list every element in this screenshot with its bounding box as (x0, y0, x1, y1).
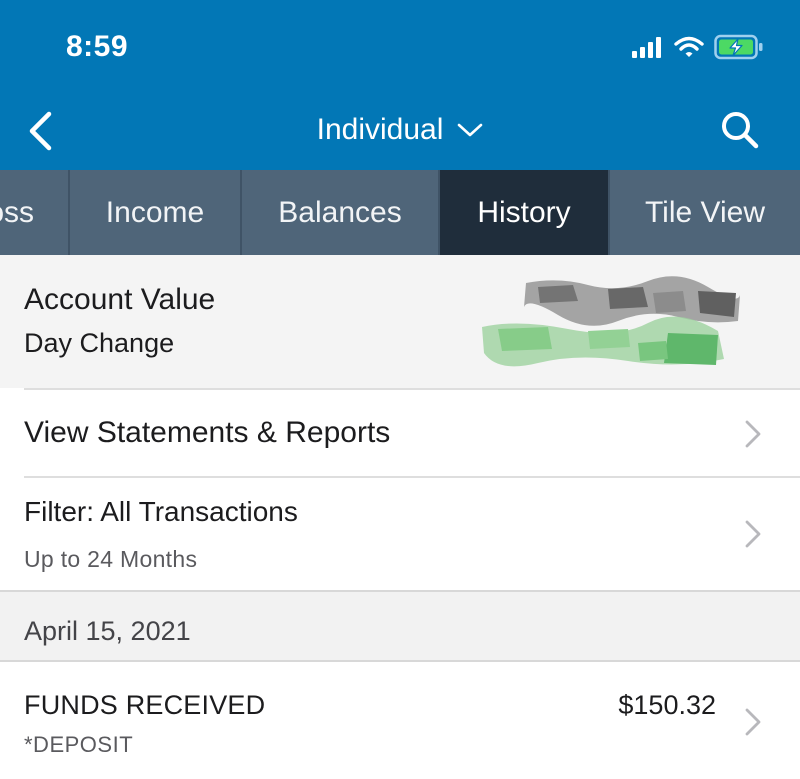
account-selector[interactable]: Individual (270, 110, 530, 150)
chevron-right-icon (745, 420, 761, 448)
tab-history[interactable]: History (440, 170, 610, 255)
transaction-row[interactable]: FUNDS RECEIVED $150.32 *DEPOSIT (0, 664, 800, 779)
back-chevron-icon (29, 111, 52, 151)
chevron-right-icon (745, 708, 761, 736)
search-icon (722, 112, 759, 149)
nav-bar: Individual (0, 96, 800, 170)
view-statements-label: View Statements & Reports (24, 416, 391, 449)
filter-label: Filter: All Transactions (24, 496, 298, 527)
status-time: 8:59 (66, 30, 129, 63)
chevron-down-icon (458, 123, 483, 137)
tab-tile-view[interactable]: Tile View (610, 170, 800, 255)
back-button[interactable] (18, 106, 62, 156)
view-statements-row[interactable]: View Statements & Reports (0, 390, 800, 476)
search-button[interactable] (718, 108, 762, 152)
account-summary: Account Value Day Change (0, 255, 800, 388)
tab-income[interactable]: Income (70, 170, 242, 255)
filter-range: Up to 24 Months (24, 546, 198, 572)
transaction-type: *DEPOSIT (24, 732, 134, 757)
tab-balances[interactable]: Balances (242, 170, 440, 255)
transaction-title: FUNDS RECEIVED (24, 690, 266, 720)
date-section-header: April 15, 2021 (0, 590, 800, 662)
tab-bar: oss Income Balances History Tile View (0, 170, 800, 255)
account-title: Individual (316, 113, 444, 146)
signal-icon (632, 37, 661, 58)
redacted-values (482, 276, 740, 367)
chevron-right-icon (745, 520, 761, 548)
status-bar: 8:59 (0, 0, 800, 96)
account-value-label: Account Value (24, 283, 216, 316)
transaction-amount: $150.32 (618, 690, 716, 720)
wifi-icon (674, 36, 704, 57)
tab-gain-loss[interactable]: oss (0, 170, 70, 255)
day-change-label: Day Change (24, 328, 175, 358)
battery-charging-icon (714, 34, 763, 60)
filter-row[interactable]: Filter: All Transactions Up to 24 Months (0, 478, 800, 588)
section-date: April 15, 2021 (24, 616, 191, 646)
status-icons (632, 34, 764, 60)
